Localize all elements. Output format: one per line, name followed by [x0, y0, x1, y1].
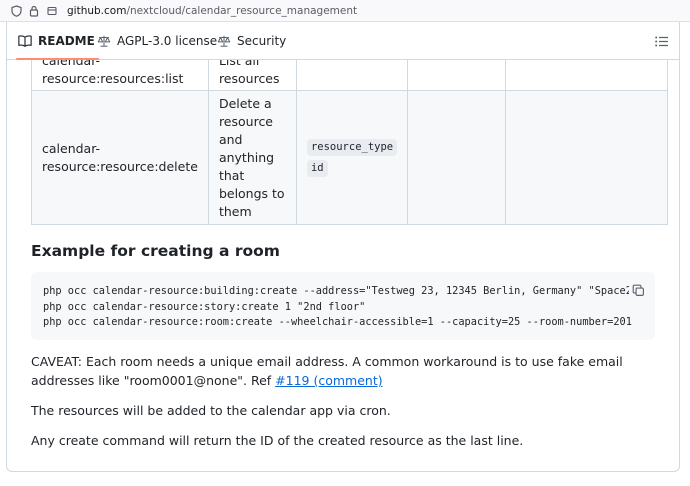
- tab-readme[interactable]: README: [16, 22, 99, 60]
- description-text: List all: [218, 60, 260, 68]
- id-paragraph: Any create command will return the ID of…: [31, 433, 524, 448]
- command-text: resource:resource:delete: [42, 158, 198, 174]
- code-line: php occ calendar-resource:room:create --…: [43, 316, 632, 328]
- description-text: belongs to: [218, 185, 285, 201]
- tab-license-label: AGPL-3.0 license: [117, 33, 218, 48]
- readme-tabs: README AGPL-3.0 license Security: [7, 22, 679, 60]
- copy-icon: [632, 284, 644, 296]
- description-text: resources: [218, 71, 280, 86]
- command-cell: calendar- resource:resource:delete: [31, 90, 209, 225]
- readme-content: calendar- resource:resources:list List a…: [7, 60, 679, 471]
- tab-security[interactable]: Security: [217, 22, 286, 59]
- cron-paragraph: The resources will be added to the calen…: [31, 403, 391, 418]
- page-permissions-icon[interactable]: [45, 4, 59, 18]
- section-heading: Example for creating a room: [31, 242, 280, 260]
- readme-container: README AGPL-3.0 license Security calenda…: [6, 22, 680, 472]
- shield-icon[interactable]: [9, 4, 23, 18]
- command-text: resource:resources:list: [42, 71, 184, 86]
- command-text: calendar-: [42, 140, 101, 156]
- command-text: calendar-: [42, 60, 101, 68]
- list-unordered-icon: [654, 36, 668, 46]
- law-icon: [217, 35, 231, 47]
- description-text: Delete a: [218, 95, 272, 111]
- argument-code: resource_type: [306, 138, 398, 156]
- law-icon: [97, 35, 111, 47]
- book-icon: [18, 34, 32, 47]
- arguments-cell: resource_type id: [295, 90, 409, 225]
- description-text: and: [218, 131, 243, 147]
- commands-table: calendar- resource:resources:list List a…: [31, 60, 669, 225]
- copy-code-button[interactable]: [629, 281, 647, 299]
- browser-url-bar[interactable]: github.com/nextcloud/calendar_resource_m…: [0, 0, 690, 22]
- description-cell: Delete a resource and anything that belo…: [207, 90, 297, 225]
- description-text: anything: [218, 149, 275, 165]
- issue-comment-link[interactable]: #119 (comment): [275, 373, 382, 388]
- command-cell: calendar- resource:resources:list: [31, 60, 209, 91]
- code-block[interactable]: php occ calendar-resource:building:creat…: [31, 272, 655, 340]
- table-row: calendar- resource:resource:delete Delet…: [31, 90, 669, 225]
- url-text[interactable]: github.com/nextcloud/calendar_resource_m…: [67, 5, 357, 17]
- tab-license[interactable]: AGPL-3.0 license: [97, 22, 217, 59]
- arguments-cell: [295, 60, 409, 91]
- caveat-paragraph: CAVEAT: Each room needs a unique email a…: [31, 352, 655, 390]
- code-text[interactable]: php occ calendar-resource:building:creat…: [43, 284, 632, 331]
- description-cell: List all resources: [207, 60, 297, 91]
- description-text: them: [218, 203, 252, 219]
- description-text: that: [218, 167, 245, 183]
- table-row: calendar- resource:resources:list List a…: [31, 60, 669, 91]
- code-line: php occ calendar-resource:building:creat…: [43, 285, 632, 297]
- extra-cell: [505, 90, 669, 225]
- outline-menu-button[interactable]: [651, 31, 671, 51]
- tab-readme-label: README: [38, 33, 95, 48]
- extra-cell: [505, 60, 669, 91]
- argument-code: id: [306, 159, 328, 177]
- lock-icon[interactable]: [27, 4, 41, 18]
- description-text: resource: [218, 113, 274, 129]
- code-line: php occ calendar-resource:story:create 1…: [43, 300, 366, 313]
- tab-security-label: Security: [237, 33, 287, 48]
- options-cell: [407, 60, 507, 91]
- options-cell: [407, 90, 507, 225]
